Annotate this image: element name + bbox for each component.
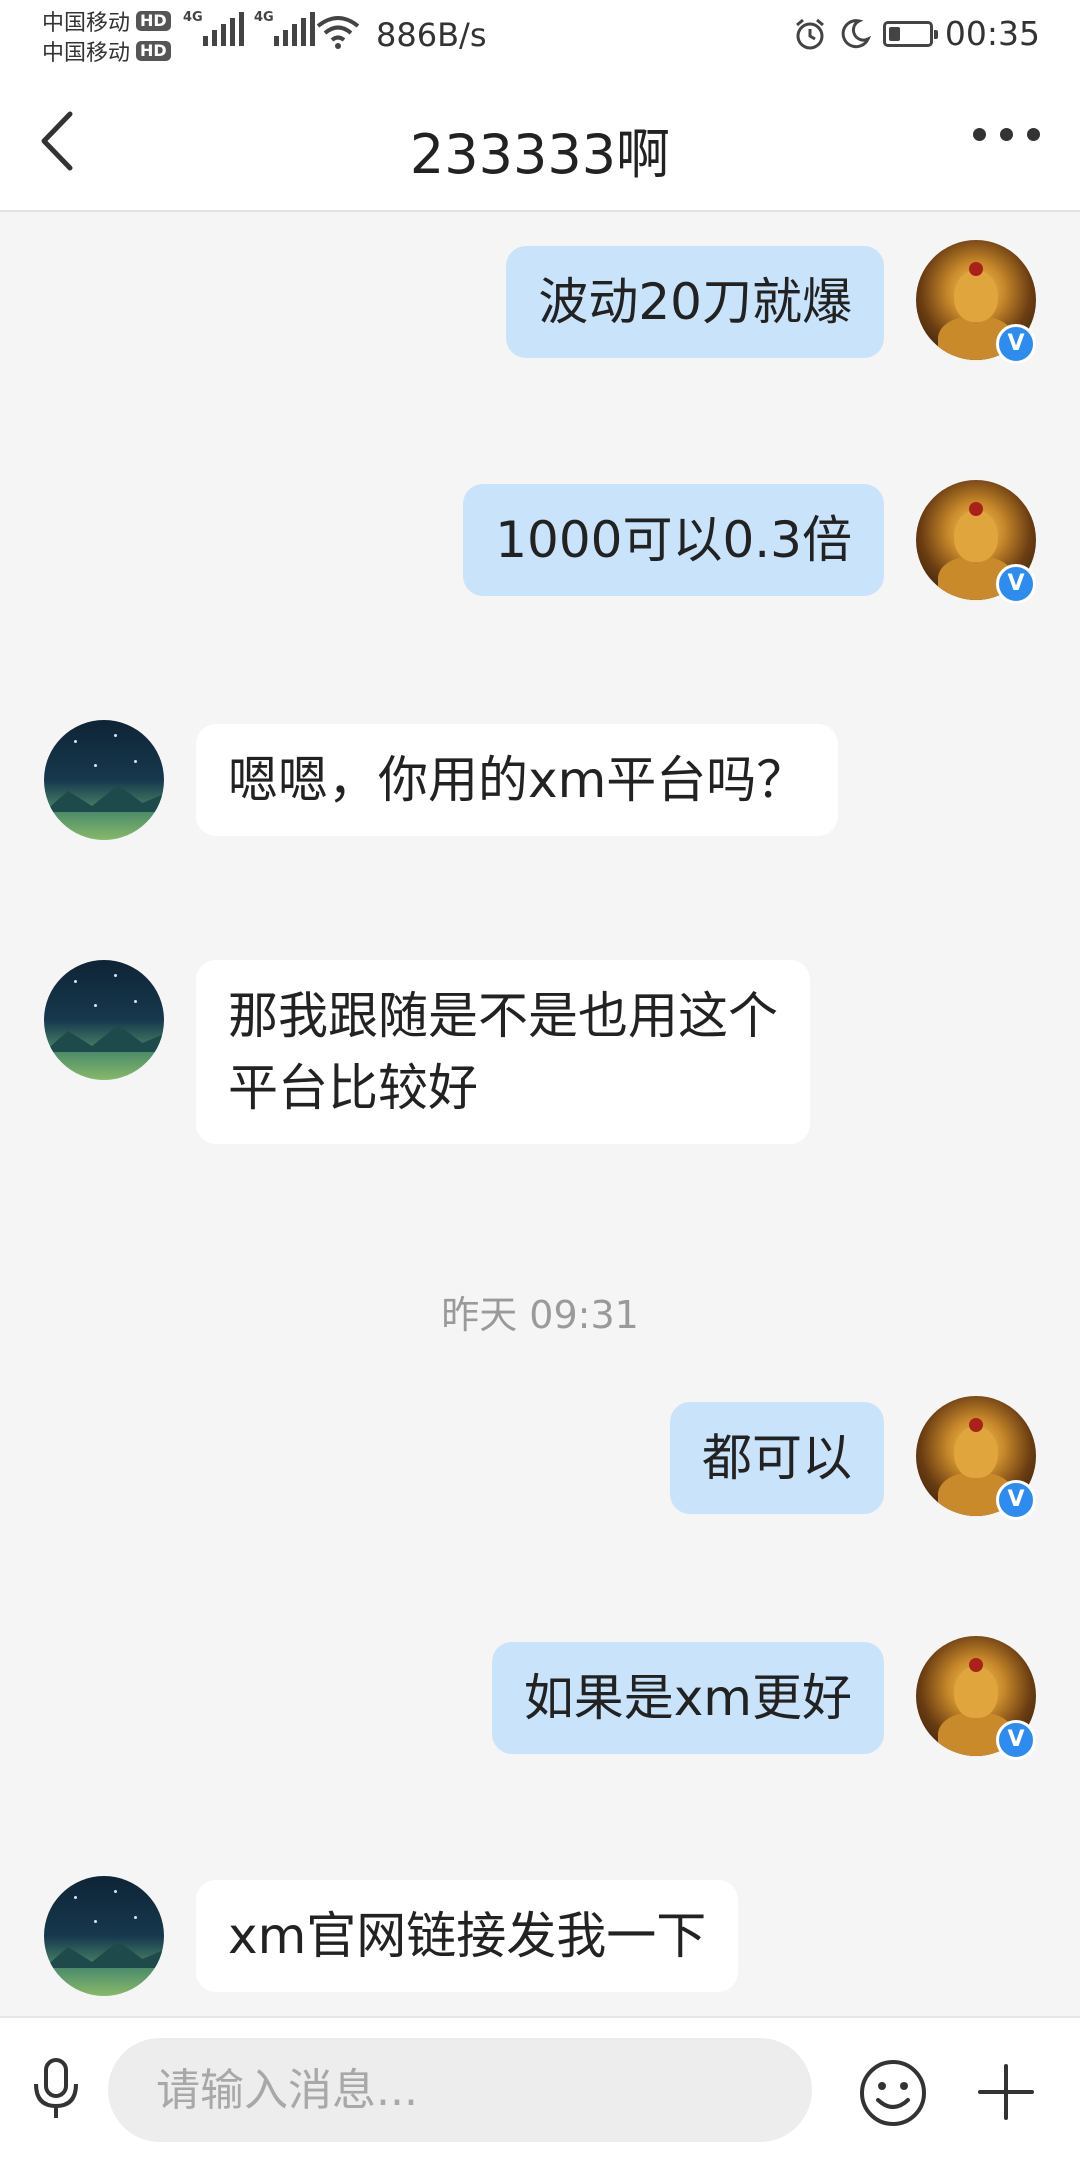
message-bubble[interactable]: xm官网链接发我一下 — [196, 1880, 739, 1992]
carrier-info: 中国移动 HD 中国移动 HD — [42, 6, 171, 66]
wifi-icon — [316, 16, 360, 49]
verified-badge-icon: V — [996, 324, 1036, 364]
message-input[interactable] — [108, 2038, 812, 2142]
timestamp: 昨天 09:31 — [441, 1293, 639, 1337]
hd-badge: HD — [136, 41, 171, 61]
status-bar: 中国移动 HD 中国移动 HD 4G 4G 886B/s 00:35 — [0, 0, 1080, 70]
carrier-label: 中国移动 — [42, 41, 131, 66]
message-row: 那我跟随是不是也用这个 平台比较好 — [0, 960, 1080, 1144]
message-bubble[interactable]: 波动20刀就爆 — [506, 246, 884, 358]
signal-icon: 4G 4G — [183, 10, 315, 46]
mic-icon[interactable] — [28, 2056, 84, 2122]
avatar[interactable] — [44, 960, 164, 1080]
message-list[interactable]: 波动20刀就爆 V 1000可以0.3倍 V 嗯嗯，你用的xm平台吗？ 那我跟随… — [0, 212, 1080, 2016]
message-row: 都可以 V — [0, 1396, 1080, 1520]
message-row: 波动20刀就爆 V — [0, 240, 1080, 364]
battery-icon — [882, 20, 938, 47]
message-bubble[interactable]: 都可以 — [670, 1402, 884, 1514]
message-line: 平台比较好 — [228, 1059, 478, 1117]
network-tag: 4G — [254, 10, 274, 25]
message-row: 如果是xm更好 V — [0, 1636, 1080, 1760]
moon-icon — [841, 18, 871, 48]
message-row: 嗯嗯，你用的xm平台吗？ — [0, 720, 1080, 840]
plus-icon[interactable] — [976, 2062, 1036, 2122]
page-title: 233333啊 — [409, 123, 671, 186]
input-bar — [0, 2016, 1080, 2160]
avatar[interactable] — [44, 1876, 164, 1996]
message-bubble[interactable]: 那我跟随是不是也用这个 平台比较好 — [196, 960, 810, 1144]
message-row: xm官网链接发我一下 — [0, 1876, 1080, 1996]
verified-badge-icon: V — [996, 1720, 1036, 1760]
hd-badge: HD — [136, 11, 171, 31]
verified-badge-icon: V — [996, 564, 1036, 604]
alarm-icon — [795, 18, 824, 49]
message-line: 那我跟随是不是也用这个 — [228, 987, 778, 1045]
message-row: 1000可以0.3倍 V — [0, 480, 1080, 604]
chat-header: 233333啊 — [0, 70, 1080, 212]
net-speed: 886B/s — [376, 16, 487, 54]
avatar[interactable] — [44, 720, 164, 840]
message-bubble[interactable]: 嗯嗯，你用的xm平台吗？ — [196, 724, 839, 836]
emoji-icon[interactable] — [858, 2058, 928, 2128]
clock: 00:35 — [944, 14, 1040, 53]
more-dots-icon — [973, 128, 986, 141]
more-button[interactable] — [973, 128, 1040, 141]
message-bubble[interactable]: 如果是xm更好 — [491, 1642, 884, 1754]
message-bubble[interactable]: 1000可以0.3倍 — [463, 484, 884, 596]
verified-badge-icon: V — [996, 1480, 1036, 1520]
network-tag: 4G — [183, 10, 203, 25]
carrier-label: 中国移动 — [42, 11, 131, 36]
